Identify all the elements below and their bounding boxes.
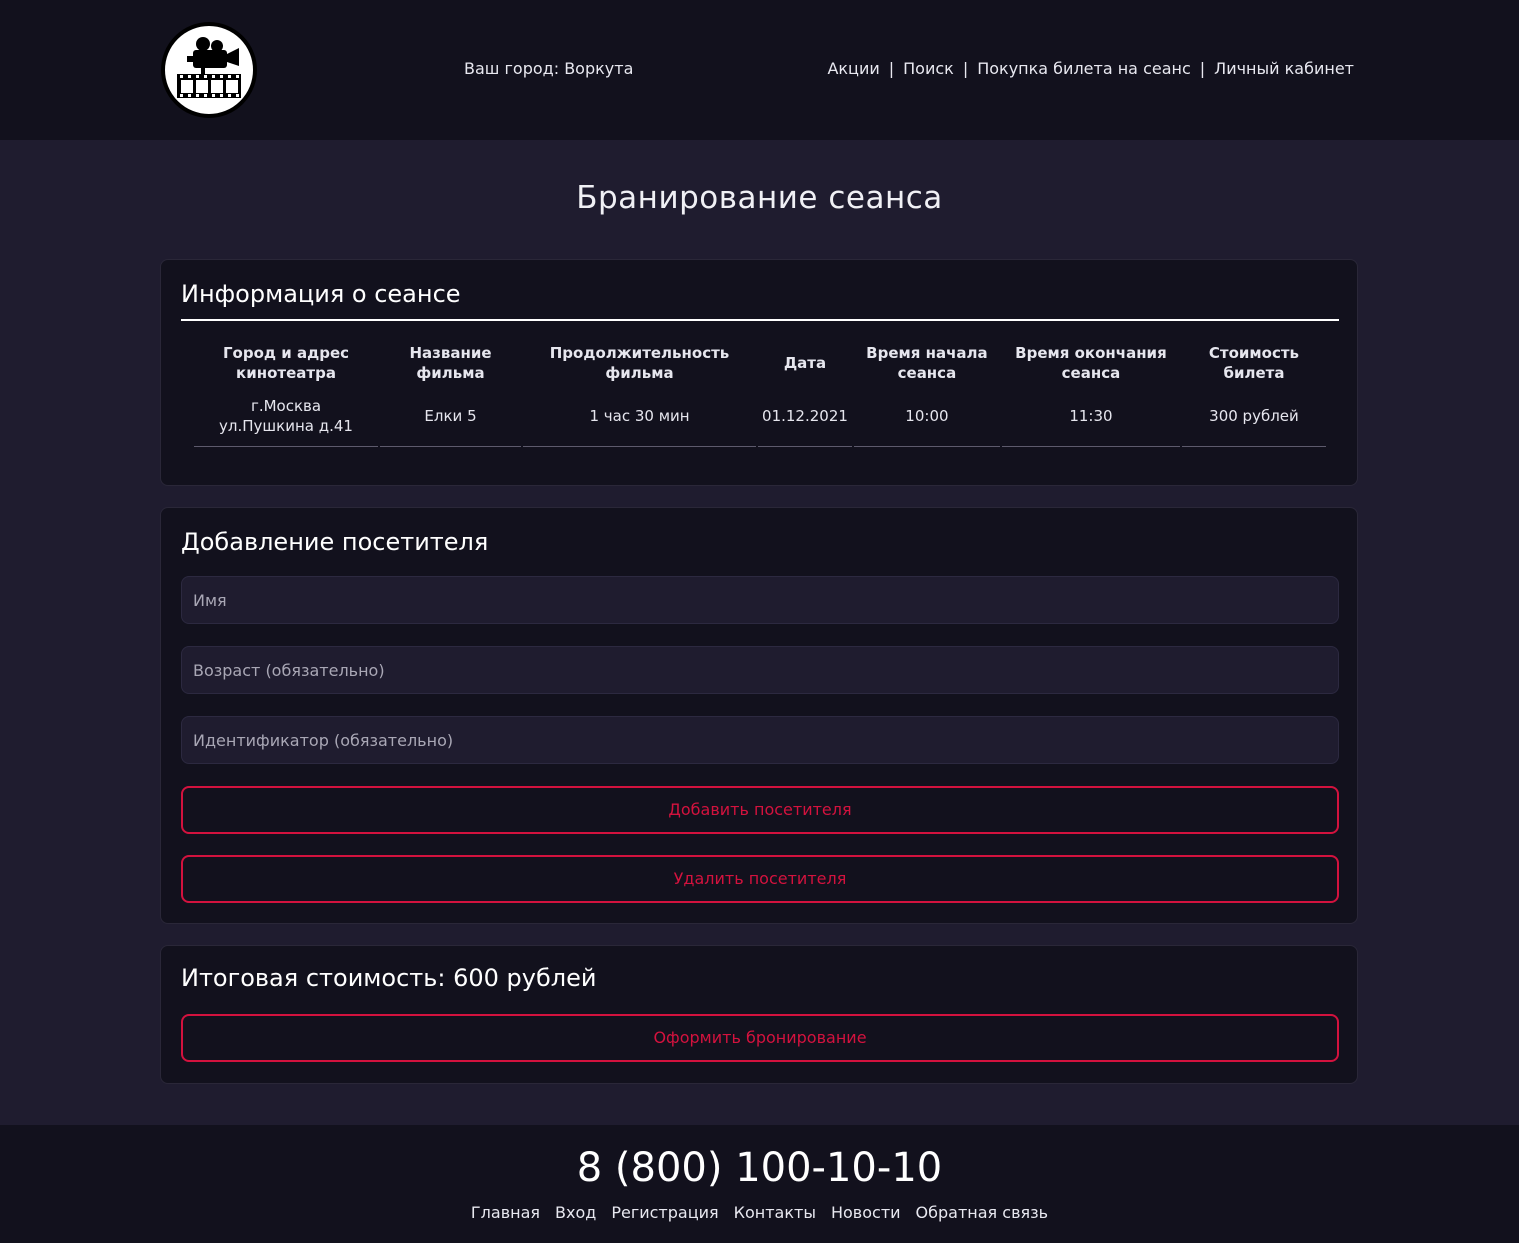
submit-booking-button[interactable]: Оформить бронирование: [181, 1014, 1339, 1062]
nav-separator: |: [962, 59, 969, 78]
cell-address: г.Москва ул.Пушкина д.41: [194, 386, 379, 447]
add-visitor-card: Добавление посетителя Добавить посетител…: [160, 507, 1358, 924]
nav-link-account[interactable]: Личный кабинет: [1214, 59, 1354, 78]
session-info-table: Город и адрес кинотеатра Название фильма…: [192, 340, 1328, 447]
table-row: г.Москва ул.Пушкина д.41 Елки 5 1 час 30…: [194, 386, 1326, 447]
footer-nav: Главная Вход Регистрация Контакты Новост…: [0, 1203, 1519, 1222]
session-info-card: Информация о сеансе Город и адрес киноте…: [160, 259, 1358, 486]
main-nav: Акции | Поиск | Покупка билета на сеанс …: [827, 59, 1354, 78]
cell-duration: 1 час 30 мин: [523, 386, 757, 447]
logo[interactable]: [161, 22, 257, 118]
footer-link-register[interactable]: Регистрация: [611, 1203, 718, 1222]
site-footer: 8 (800) 100-10-10 Главная Вход Регистрац…: [0, 1125, 1519, 1243]
table-header-row: Город и адрес кинотеатра Название фильма…: [194, 340, 1326, 386]
column-header-date: Дата: [783, 354, 827, 372]
add-visitor-title: Добавление посетителя: [181, 528, 489, 556]
city-selector[interactable]: Ваш город: Воркута: [464, 59, 633, 78]
name-input[interactable]: [181, 576, 1339, 624]
column-header-address: Город и адрес кинотеатра: [223, 344, 350, 382]
cell-date: 01.12.2021: [758, 386, 852, 447]
column-header-start: Время начала сеанса: [866, 344, 988, 382]
column-header-price: Стоимость билета: [1208, 344, 1300, 382]
nav-separator: |: [1199, 59, 1206, 78]
title-divider: [181, 319, 1339, 321]
cell-price: 300 рублей: [1181, 386, 1326, 447]
id-input[interactable]: [181, 716, 1339, 764]
address-street: ул.Пушкина д.41: [219, 417, 353, 435]
session-info-title: Информация о сеансе: [181, 280, 461, 308]
nav-link-buy-ticket[interactable]: Покупка билета на сеанс: [977, 59, 1191, 78]
column-header-end: Время окончания сеанса: [1015, 344, 1167, 382]
address-city: г.Москва: [250, 397, 322, 415]
column-header-duration: Продолжительность фильма: [549, 344, 730, 382]
column-header-film: Название фильма: [409, 344, 492, 382]
cell-start: 10:00: [853, 386, 1000, 447]
footer-link-news[interactable]: Новости: [831, 1203, 901, 1222]
footer-link-feedback[interactable]: Обратная связь: [916, 1203, 1049, 1222]
footer-link-contacts[interactable]: Контакты: [734, 1203, 816, 1222]
page-title: Бранирование сеанса: [576, 180, 943, 216]
age-input[interactable]: [181, 646, 1339, 694]
add-visitor-button[interactable]: Добавить посетителя: [181, 786, 1339, 834]
nav-link-promotions[interactable]: Акции: [827, 59, 879, 78]
cell-end: 11:30: [1001, 386, 1180, 447]
phone-number: 8 (800) 100-10-10: [576, 1145, 943, 1191]
nav-link-search[interactable]: Поиск: [903, 59, 954, 78]
footer-link-login[interactable]: Вход: [555, 1203, 596, 1222]
footer-link-home[interactable]: Главная: [471, 1203, 540, 1222]
nav-separator: |: [888, 59, 895, 78]
total-card: Итоговая стоимость: 600 рублей Оформить …: [160, 945, 1358, 1084]
cell-film: Елки 5: [380, 386, 522, 447]
remove-visitor-button[interactable]: Удалить посетителя: [181, 855, 1339, 903]
site-header: Ваш город: Воркута Акции | Поиск | Покуп…: [0, 0, 1519, 140]
film-camera-icon: [177, 37, 241, 98]
total-cost: Итоговая стоимость: 600 рублей: [181, 964, 597, 992]
